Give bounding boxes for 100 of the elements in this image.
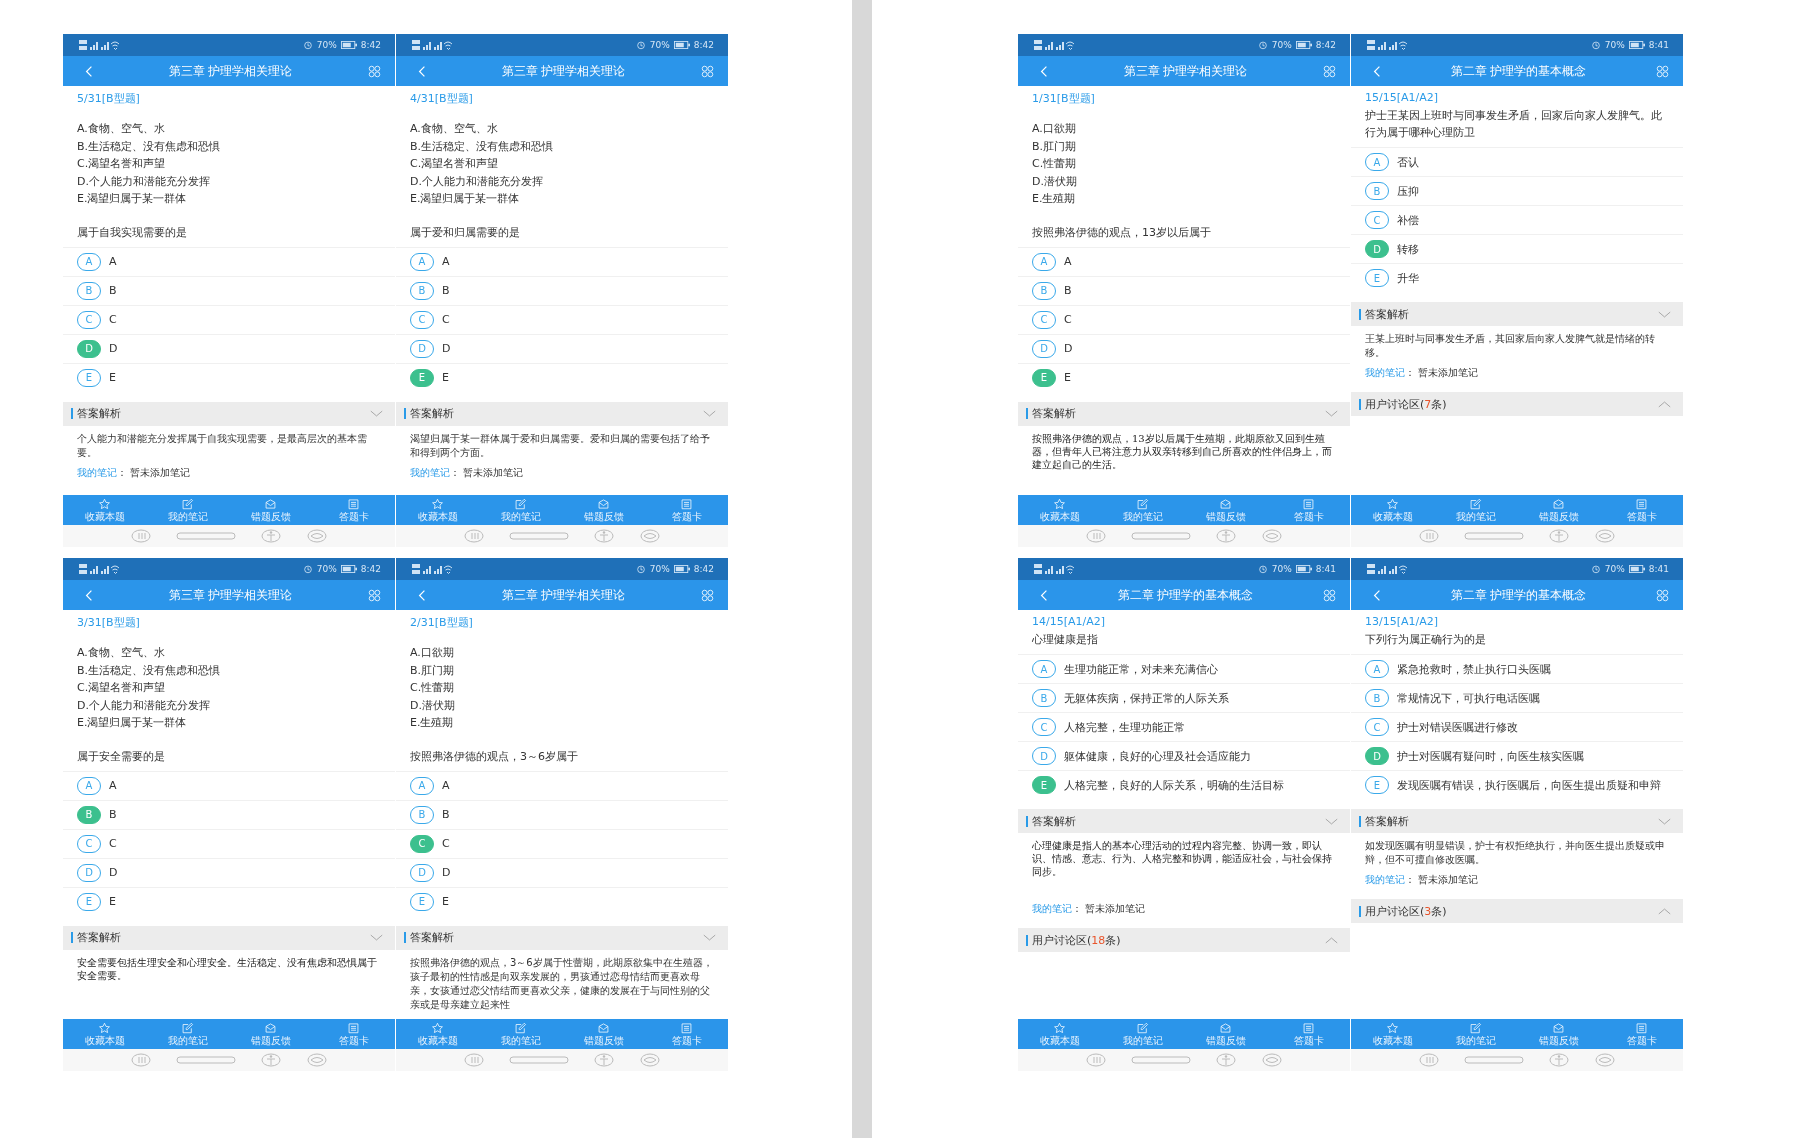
back-icon[interactable] [1373, 588, 1381, 602]
home-pill-icon[interactable] [1464, 1056, 1524, 1064]
home-pill-icon[interactable] [176, 1056, 236, 1064]
answer-option[interactable]: C C [396, 304, 728, 334]
answer-option[interactable]: A A [1018, 246, 1350, 276]
grid-icon[interactable] [701, 64, 714, 78]
discussion-header[interactable]: 用户讨论区(18条) [1018, 928, 1350, 952]
grid-icon[interactable] [1323, 588, 1336, 602]
note-line: 我的笔记： 暂未添加笔记 [1364, 873, 1480, 887]
answer-option[interactable]: D D [63, 333, 395, 363]
answer-option[interactable]: E E [1018, 362, 1350, 392]
answer-option[interactable]: E E [63, 362, 395, 392]
answer-option[interactable]: D 护士对医嘱有疑问时，向医生核实医嘱 [1351, 741, 1683, 770]
answer-option[interactable]: D D [396, 333, 728, 363]
answer-option[interactable]: C 补偿 [1351, 205, 1683, 234]
back-icon[interactable] [85, 64, 93, 78]
home-pill-icon[interactable] [1464, 532, 1524, 540]
eye-icon[interactable] [306, 529, 328, 543]
eye-icon[interactable] [1261, 529, 1283, 543]
analysis-header[interactable]: 答案解析 [396, 401, 728, 426]
grid-icon[interactable] [1656, 64, 1669, 78]
analysis-header[interactable]: 答案解析 [1018, 401, 1350, 426]
answer-option[interactable]: B B [1018, 275, 1350, 305]
answer-option[interactable]: B B [63, 799, 395, 829]
home-pill-icon[interactable] [509, 1056, 569, 1064]
home-pill-icon[interactable] [1131, 532, 1191, 540]
answer-option[interactable]: C 人格完整，生理功能正常 [1018, 712, 1350, 741]
gesture-icon[interactable] [130, 1053, 152, 1067]
eye-icon[interactable] [306, 1053, 328, 1067]
eye-icon[interactable] [1594, 1053, 1616, 1067]
eye-icon[interactable] [639, 1053, 661, 1067]
back-icon[interactable] [85, 588, 93, 602]
answer-option[interactable]: B 常规情况下，可执行电话医嘱 [1351, 683, 1683, 712]
answer-option[interactable]: C C [63, 304, 395, 334]
answer-option[interactable]: B 压抑 [1351, 176, 1683, 205]
grid-icon[interactable] [701, 588, 714, 602]
answer-option[interactable]: A 紧急抢救时，禁止执行口头医嘱 [1351, 654, 1683, 683]
analysis-header[interactable]: 答案解析 [396, 925, 728, 950]
analysis-header[interactable]: 答案解析 [63, 401, 395, 426]
answer-option[interactable]: D 躯体健康，良好的心理及社会适应能力 [1018, 741, 1350, 770]
answer-option[interactable]: C 护士对错误医嘱进行修改 [1351, 712, 1683, 741]
discussion-header[interactable]: 用户讨论区(7条) [1351, 392, 1683, 416]
answer-option[interactable]: A 生理功能正常，对未来充满信心 [1018, 654, 1350, 683]
gesture-icon[interactable] [1085, 1053, 1107, 1067]
gesture-icon[interactable] [1418, 1053, 1440, 1067]
grid-icon[interactable] [368, 588, 381, 602]
accessibility-icon[interactable] [260, 529, 282, 543]
gesture-icon[interactable] [463, 529, 485, 543]
gesture-icon[interactable] [130, 529, 152, 543]
answer-option[interactable]: D D [396, 857, 728, 887]
accessibility-icon[interactable] [1548, 529, 1570, 543]
home-pill-icon[interactable] [1131, 1056, 1191, 1064]
eye-icon[interactable] [1594, 529, 1616, 543]
answer-option[interactable]: D D [63, 857, 395, 887]
answer-option[interactable]: D D [1018, 333, 1350, 363]
accessibility-icon[interactable] [1215, 1053, 1237, 1067]
gesture-icon[interactable] [463, 1053, 485, 1067]
answer-option[interactable]: E E [396, 886, 728, 916]
gesture-icon[interactable] [1085, 529, 1107, 543]
gesture-icon[interactable] [1418, 529, 1440, 543]
answer-option[interactable]: B B [63, 275, 395, 305]
answer-option[interactable]: A A [63, 246, 395, 276]
home-pill-icon[interactable] [509, 532, 569, 540]
back-icon[interactable] [418, 588, 426, 602]
answer-option[interactable]: A A [396, 246, 728, 276]
back-icon[interactable] [1373, 64, 1381, 78]
home-pill-icon[interactable] [176, 532, 236, 540]
answer-option[interactable]: C C [396, 828, 728, 858]
back-icon[interactable] [418, 64, 426, 78]
answer-option[interactable]: E 升华 [1351, 263, 1683, 292]
accessibility-icon[interactable] [593, 1053, 615, 1067]
accessibility-icon[interactable] [1548, 1053, 1570, 1067]
answer-option[interactable]: E 发现医嘱有错误，执行医嘱后，向医生提出质疑和申辩 [1351, 770, 1683, 799]
answer-option[interactable]: C C [63, 828, 395, 858]
eye-icon[interactable] [1261, 1053, 1283, 1067]
grid-icon[interactable] [1323, 64, 1336, 78]
analysis-header[interactable]: 答案解析 [1018, 809, 1350, 833]
answer-option[interactable]: D 转移 [1351, 234, 1683, 263]
back-icon[interactable] [1040, 64, 1048, 78]
grid-icon[interactable] [368, 64, 381, 78]
analysis-header[interactable]: 答案解析 [1351, 809, 1683, 833]
accessibility-icon[interactable] [260, 1053, 282, 1067]
answer-option[interactable]: B 无躯体疾病，保持正常的人际关系 [1018, 683, 1350, 712]
grid-icon[interactable] [1656, 588, 1669, 602]
answer-option[interactable]: B B [396, 799, 728, 829]
answer-option[interactable]: A 否认 [1351, 147, 1683, 176]
answer-option[interactable]: E E [396, 362, 728, 392]
accessibility-icon[interactable] [593, 529, 615, 543]
back-icon[interactable] [1040, 588, 1048, 602]
analysis-header[interactable]: 答案解析 [63, 925, 395, 950]
answer-option[interactable]: A A [396, 770, 728, 800]
analysis-header[interactable]: 答案解析 [1351, 302, 1683, 326]
eye-icon[interactable] [639, 529, 661, 543]
answer-option[interactable]: A A [63, 770, 395, 800]
answer-option[interactable]: E E [63, 886, 395, 916]
answer-option[interactable]: C C [1018, 304, 1350, 334]
answer-option[interactable]: B B [396, 275, 728, 305]
accessibility-icon[interactable] [1215, 529, 1237, 543]
answer-option[interactable]: E 人格完整，良好的人际关系，明确的生活目标 [1018, 770, 1350, 799]
discussion-header[interactable]: 用户讨论区(3条) [1351, 899, 1683, 923]
